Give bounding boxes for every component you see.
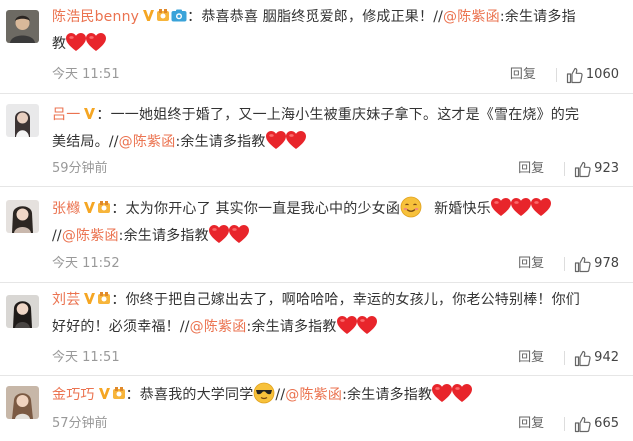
like-count: 665 — [594, 416, 619, 431]
timestamp: 今天 11:51 — [52, 67, 120, 82]
reply-button[interactable]: 回复 — [518, 254, 564, 274]
divider — [555, 68, 557, 82]
verified-v-icon — [83, 107, 96, 120]
heart-emoji — [336, 315, 358, 335]
thumbs-up-icon — [566, 67, 583, 84]
comment-text: 新婚快乐 — [434, 201, 491, 217]
heart-emoji — [530, 197, 552, 217]
heart-emoji — [285, 130, 307, 150]
level-badge-icon — [97, 292, 111, 305]
like-button[interactable]: 978 — [574, 254, 619, 274]
heart-emoji — [208, 224, 230, 244]
comment-text: ：恭喜恭喜 胭脂终觅爱郎，修成正果！ — [187, 9, 434, 25]
repost-prefix: // — [433, 9, 444, 25]
heart-emoji — [85, 32, 107, 52]
comment-item: 金巧巧 ：恭喜我的大学同学 //@陈紫函:余生请多指教 57分钟前 回复 665 — [0, 376, 633, 441]
commenter-name[interactable]: 刘芸 — [52, 292, 80, 308]
heart-emoji — [65, 32, 87, 52]
comment-text: :余生请多指教 — [246, 319, 337, 335]
heart-emoji — [228, 224, 250, 244]
comment-text: :余生请多指教 — [118, 228, 209, 244]
like-button[interactable]: 665 — [574, 414, 619, 434]
comment-list: 陈浩民benny ：恭喜恭喜 胭脂终觅爱郎，修成正果！//@陈紫函:余生请多指教 … — [0, 0, 633, 441]
verified-v-icon — [83, 292, 96, 305]
mention-link[interactable]: @陈紫函 — [119, 134, 176, 150]
verified-v-icon — [142, 9, 155, 22]
comment-item: 吕一 ：一一她姐终于婚了，又一上海小生被重庆妹子拿下。这才是《雪在烧》的完美结局。… — [0, 94, 633, 187]
comment-item: 刘芸 ：你终于把自己嫁出去了，啊哈哈哈，幸运的女孩儿，你老公特别棒！你们好好的！必… — [0, 283, 633, 376]
timestamp: 今天 11:51 — [52, 350, 120, 365]
reply-button[interactable]: 回复 — [518, 414, 564, 434]
mention-link[interactable]: @陈紫函 — [62, 228, 119, 244]
commenter-name[interactable]: 陈浩民benny — [52, 9, 139, 25]
avatar[interactable] — [6, 200, 39, 233]
divider — [564, 162, 566, 176]
comment-text: ：一一她姐终于婚了，又一上海小生被重庆妹子拿下。这才是《雪在烧》的完 — [96, 107, 580, 123]
reply-button[interactable]: 回复 — [510, 65, 556, 85]
heart-emoji — [510, 197, 532, 217]
comment-text: 美结局。 — [52, 134, 109, 150]
divider — [564, 257, 566, 271]
reply-button[interactable]: 回复 — [518, 159, 564, 179]
avatar[interactable] — [6, 10, 39, 43]
comment-item: 张橼 ：太为你开心了 其实你一直是我心中的少女函 新婚快乐 //@陈紫函:余生请多指教… — [0, 187, 633, 283]
verified-v-icon — [98, 387, 111, 400]
comment-text: :余生请多指 — [499, 9, 576, 25]
comment-text: ：你终于把自己嫁出去了，啊哈哈哈，幸运的女孩儿，你老公特别棒！你们 — [111, 292, 581, 308]
like-button[interactable]: 942 — [574, 348, 619, 368]
repost-prefix: // — [52, 228, 62, 244]
like-count: 923 — [594, 161, 619, 176]
camera-badge-icon — [171, 9, 187, 22]
thumbs-up-icon — [574, 256, 591, 273]
commenter-name[interactable]: 吕一 — [52, 107, 80, 123]
heart-emoji — [490, 197, 512, 217]
timestamp: 今天 11:52 — [52, 256, 120, 271]
reply-button[interactable]: 回复 — [518, 348, 564, 368]
heart-emoji — [431, 383, 453, 403]
heart-emoji — [356, 315, 378, 335]
comment-text: 教 — [52, 36, 67, 52]
comment-text: ：恭喜我的大学同学 — [125, 387, 254, 403]
mention-link[interactable]: @陈紫函 — [285, 387, 342, 403]
repost-prefix: // — [108, 134, 119, 150]
timestamp: 57分钟前 — [52, 416, 108, 431]
repost-prefix: // — [275, 387, 286, 403]
repost-prefix: // — [179, 319, 190, 335]
comment-text: :余生请多指教 — [175, 134, 266, 150]
commenter-name[interactable]: 金巧巧 — [52, 387, 95, 403]
mention-link[interactable]: @陈紫函 — [443, 9, 500, 25]
comment-text: 好好的！必须幸福！ — [52, 319, 180, 335]
heart-emoji — [451, 383, 473, 403]
like-count: 978 — [594, 256, 619, 271]
comment-text: :余生请多指教 — [342, 387, 433, 403]
thumbs-up-icon — [574, 161, 591, 178]
comment-text: ：太为你开心了 其实你一直是我心中的少女函 — [111, 201, 401, 217]
heart-emoji — [265, 130, 287, 150]
thumbs-up-icon — [574, 350, 591, 367]
thumbs-up-icon — [574, 416, 591, 433]
like-button[interactable]: 1060 — [566, 65, 619, 85]
like-count: 942 — [594, 350, 619, 365]
commenter-name[interactable]: 张橼 — [52, 201, 80, 217]
avatar[interactable] — [6, 386, 39, 419]
avatar[interactable] — [6, 104, 39, 137]
avatar[interactable] — [6, 295, 39, 328]
like-count: 1060 — [585, 67, 619, 82]
level-badge-icon — [112, 387, 126, 400]
comment-item: 陈浩民benny ：恭喜恭喜 胭脂终觅爱郎，修成正果！//@陈紫函:余生请多指教 … — [0, 0, 633, 94]
sunglasses-emoji — [254, 382, 275, 404]
like-button[interactable]: 923 — [574, 159, 619, 179]
divider — [564, 417, 566, 431]
level-badge-icon — [156, 9, 170, 22]
mention-link[interactable]: @陈紫函 — [190, 319, 247, 335]
smiling-emoji — [400, 196, 422, 218]
level-badge-icon — [97, 201, 111, 214]
timestamp: 59分钟前 — [52, 161, 108, 176]
verified-v-icon — [83, 201, 96, 214]
divider — [564, 351, 566, 365]
